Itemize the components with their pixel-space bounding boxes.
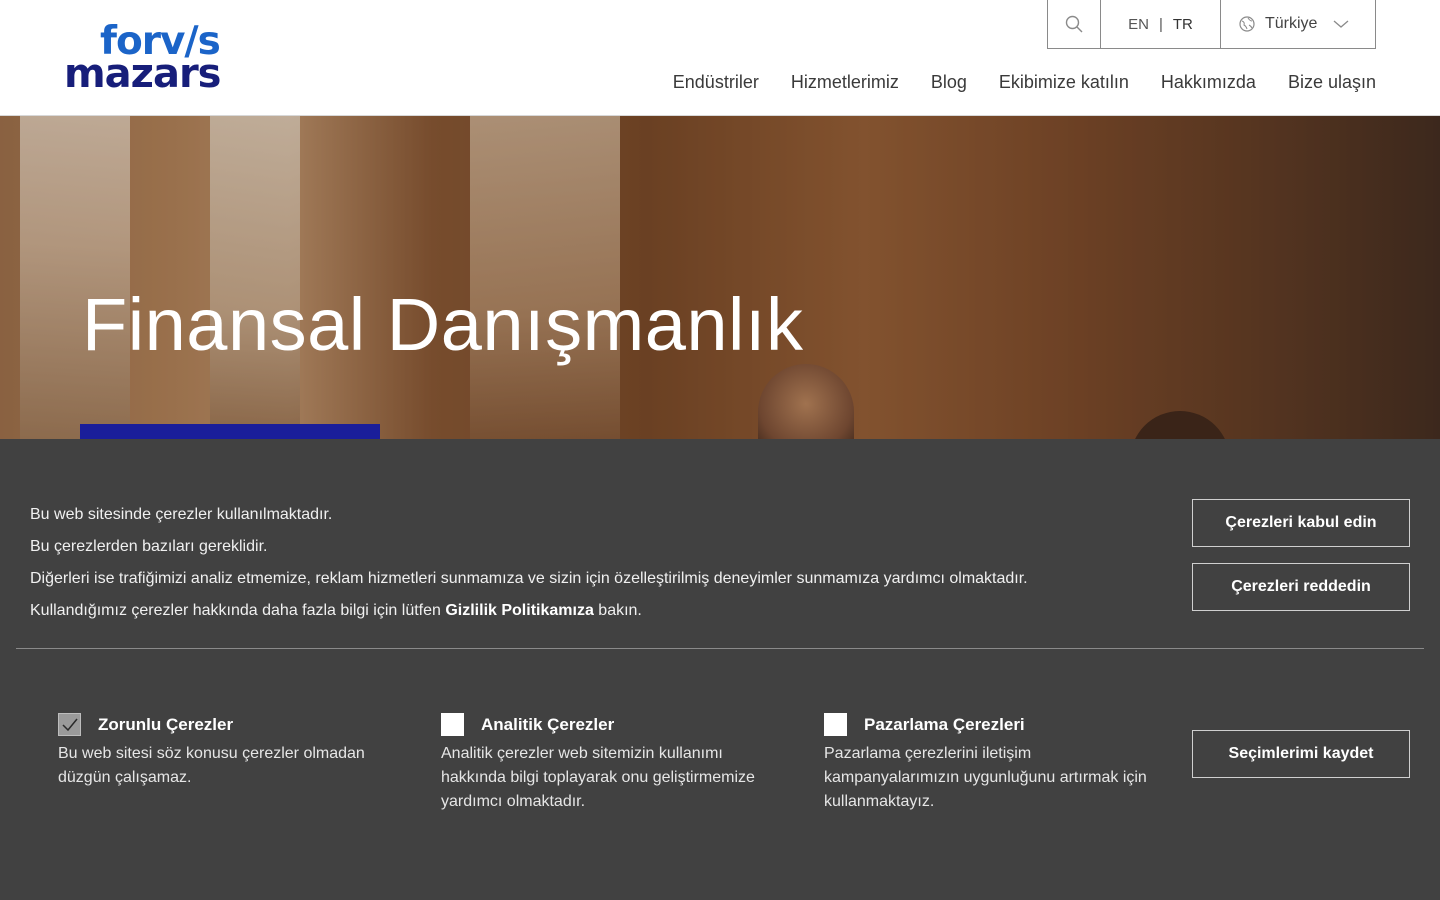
nav-item-services[interactable]: Hizmetlerimiz xyxy=(791,72,899,93)
cookie-option-marketing: Pazarlama Çerezleri Pazarlama çerezlerin… xyxy=(824,713,1154,814)
country-selector[interactable]: Türkiye xyxy=(1221,0,1375,48)
lang-tr-link[interactable]: TR xyxy=(1173,16,1193,33)
utility-bar: EN | TR Türkiye xyxy=(1047,0,1376,49)
globe-icon xyxy=(1239,16,1255,32)
country-label: Türkiye xyxy=(1265,15,1318,32)
lang-en-link[interactable]: EN xyxy=(1128,16,1149,33)
cookie-message: Bu web sitesinde çerezler kullanılmaktad… xyxy=(30,499,1130,627)
necessary-checkbox[interactable] xyxy=(58,713,81,736)
cookie-option-desc: Bu web sitesi söz konusu çerezler olmada… xyxy=(58,745,365,786)
reject-cookies-button[interactable]: Çerezleri reddedin xyxy=(1192,563,1410,611)
cookie-message-line: Bu çerezlerden bazıları gereklidir. xyxy=(30,538,268,555)
cookie-consent-panel: Bu web sitesinde çerezler kullanılmaktad… xyxy=(0,439,1440,900)
page-title: Finansal Danışmanlık xyxy=(82,283,804,366)
privacy-policy-link[interactable]: Gizlilik Politikamıza xyxy=(445,602,594,619)
marketing-checkbox[interactable] xyxy=(824,713,847,736)
nav-item-contact[interactable]: Bize ulaşın xyxy=(1288,72,1376,93)
analytics-checkbox[interactable] xyxy=(441,713,464,736)
cookie-divider xyxy=(16,648,1424,649)
logo-line-mazars: mazars xyxy=(64,51,221,97)
cookie-message-line: Bu web sitesinde çerezler kullanılmaktad… xyxy=(30,506,333,523)
nav-item-about[interactable]: Hakkımızda xyxy=(1161,72,1256,93)
search-icon xyxy=(1065,15,1083,33)
lang-separator: | xyxy=(1158,15,1163,33)
chevron-down-icon xyxy=(1334,20,1349,28)
cookie-message-text: Kullandığımız çerezler hakkında daha faz… xyxy=(30,602,446,619)
nav-item-industries[interactable]: Endüstriler xyxy=(673,72,759,93)
cookie-message-line: Kullandığımız çerezler hakkında daha faz… xyxy=(30,595,1130,627)
cookie-option-title: Analitik Çerezler xyxy=(481,714,615,734)
main-nav: Endüstriler Hizmetlerimiz Blog Ekibimize… xyxy=(673,72,1376,93)
cookie-message-text: bakın. xyxy=(593,602,642,619)
hero-overlay xyxy=(0,116,1440,439)
site-header: forv/s mazars EN | TR Türkiye Endüstrile… xyxy=(0,0,1440,116)
forvis-mazars-logo[interactable]: forv/s mazars xyxy=(64,22,234,97)
cookie-option-desc: Pazarlama çerezlerini iletişim kampanyal… xyxy=(824,745,1147,810)
search-button[interactable] xyxy=(1048,0,1101,48)
save-preferences-button[interactable]: Seçimlerimi kaydet xyxy=(1192,730,1410,778)
cookie-option-necessary: Zorunlu Çerezler Bu web sitesi söz konus… xyxy=(58,713,388,790)
cookie-option-analytics: Analitik Çerezler Analitik çerezler web … xyxy=(441,713,771,814)
language-switcher: EN | TR xyxy=(1101,0,1221,48)
hero-cta-button[interactable] xyxy=(80,424,380,439)
hero-banner: Finansal Danışmanlık xyxy=(0,116,1440,439)
nav-item-careers[interactable]: Ekibimize katılın xyxy=(999,72,1129,93)
cookie-message-line: Diğerleri ise trafiğimizi analiz etmemiz… xyxy=(30,570,1028,587)
accept-cookies-button[interactable]: Çerezleri kabul edin xyxy=(1192,499,1410,547)
cookie-option-desc: Analitik çerezler web sitemizin kullanım… xyxy=(441,745,755,810)
nav-item-blog[interactable]: Blog xyxy=(931,72,967,93)
checkmark-icon xyxy=(61,718,78,731)
cookie-option-title: Pazarlama Çerezleri xyxy=(864,714,1025,734)
cookie-option-title: Zorunlu Çerezler xyxy=(98,714,234,734)
